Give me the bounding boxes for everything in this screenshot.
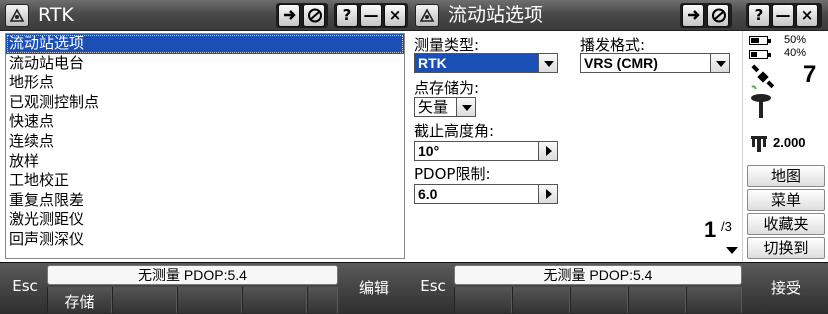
- page-total: /3: [721, 219, 732, 234]
- close-button[interactable]: ×: [796, 4, 818, 27]
- point-store-label: 点存储为:: [414, 79, 480, 97]
- pdop-limit-field[interactable]: 6.0: [414, 184, 558, 204]
- softkey-empty-1[interactable]: [454, 287, 512, 313]
- connect-icon[interactable]: [682, 4, 704, 27]
- chevron-down-icon[interactable]: [538, 53, 558, 73]
- battery-icon: [749, 36, 771, 45]
- rover-options-titlebar: 流动站选项 ? — ×: [410, 0, 828, 31]
- esc-button[interactable]: Esc: [416, 277, 450, 295]
- page-down-icon[interactable]: [726, 247, 738, 254]
- minimize-button[interactable]: —: [360, 4, 382, 27]
- page-current: 1: [704, 217, 717, 242]
- survey-status-line: 无测量 PDOP:5.4: [454, 265, 742, 285]
- softkey-empty-5[interactable]: [686, 287, 742, 313]
- pdop-limit-label: PDOP限制:: [414, 165, 491, 183]
- rover-options-title: 流动站选项: [448, 4, 544, 26]
- chevron-right-icon[interactable]: [538, 184, 558, 204]
- softkey-empty-3[interactable]: [570, 287, 628, 313]
- app-menu-icon[interactable]: [415, 4, 439, 27]
- list-item-rover-options[interactable]: 流动站选项: [6, 34, 404, 54]
- list-item-continuous-point[interactable]: 连续点: [6, 132, 404, 152]
- connect-icon[interactable]: [278, 4, 300, 27]
- softkey-empty-2[interactable]: [177, 287, 242, 313]
- accept-button[interactable]: 接受: [746, 277, 826, 298]
- minimize-button[interactable]: —: [772, 4, 794, 27]
- chevron-down-icon[interactable]: [710, 53, 730, 73]
- survey-type-value: RTK: [418, 55, 447, 71]
- chevron-right-icon[interactable]: [538, 141, 558, 161]
- rover-options-form: 测量类型: RTK 播发格式: VRS (CMR) 点存储为: 矢量 截止高度角…: [410, 31, 742, 262]
- list-item-stakeout[interactable]: 放样: [6, 152, 404, 172]
- softkey-empty-4[interactable]: [307, 287, 338, 313]
- left-softkey-bar: Esc 无测量 PDOP:5.4 存储 编辑: [0, 262, 410, 314]
- elevation-mask-label: 截止高度角:: [414, 122, 495, 140]
- battery2-percent: 40%: [784, 47, 807, 59]
- right-softkey-bar: Esc 无测量 PDOP:5.4 接受: [410, 262, 828, 314]
- survey-type-label: 测量类型:: [414, 36, 480, 54]
- page-indicator[interactable]: 1 /3: [704, 217, 740, 259]
- battery1-percent: 50%: [784, 34, 807, 46]
- list-item-rapid-point[interactable]: 快速点: [6, 112, 404, 132]
- help-button[interactable]: ?: [336, 4, 358, 27]
- antenna-height-value: 2.000: [773, 135, 806, 150]
- no-signal-icon[interactable]: [707, 4, 729, 27]
- point-store-value: 矢量: [418, 98, 449, 116]
- broadcast-format-value: VRS (CMR): [584, 55, 658, 71]
- map-button[interactable]: 地图: [747, 165, 825, 187]
- antenna-height-icon[interactable]: [749, 135, 769, 153]
- store-button[interactable]: 存储: [47, 291, 112, 312]
- list-item-observed-control[interactable]: 已观测控制点: [6, 93, 404, 113]
- battery-icon: [749, 50, 771, 59]
- edit-button[interactable]: 编辑: [345, 277, 403, 298]
- broadcast-format-label: 播发格式:: [580, 36, 646, 54]
- survey-status-line: 无测量 PDOP:5.4: [47, 265, 338, 285]
- satellite-count: 7: [803, 61, 817, 88]
- screen: RTK ? — × 流动站选项 流动站电台 地形点 已观测控制点 快速点 连续点…: [0, 0, 828, 314]
- chevron-down-icon[interactable]: [456, 97, 476, 117]
- rtk-titlebar: RTK ? — ×: [0, 0, 410, 31]
- softkey-empty-4[interactable]: [628, 287, 686, 313]
- status-panel: 50% 40% 7 2.000 地图 菜单 收藏夹 切换到: [742, 31, 828, 262]
- no-signal-icon[interactable]: [303, 4, 325, 27]
- point-store-select[interactable]: 矢量: [414, 97, 476, 117]
- list-item-topo-point[interactable]: 地形点: [6, 73, 404, 93]
- pdop-limit-value: 6.0: [418, 186, 438, 202]
- satellite-icon[interactable]: [749, 63, 779, 93]
- list-item-rover-radio[interactable]: 流动站电台: [6, 54, 404, 74]
- broadcast-format-select[interactable]: VRS (CMR): [580, 53, 730, 73]
- rtk-panel: RTK ? — × 流动站选项 流动站电台 地形点 已观测控制点 快速点 连续点…: [0, 0, 410, 314]
- softkey-empty-2[interactable]: [512, 287, 570, 313]
- survey-type-select[interactable]: RTK: [414, 53, 558, 73]
- list-item-laser-rangefinder[interactable]: 激光测距仪: [6, 210, 404, 230]
- help-button[interactable]: ?: [748, 4, 770, 27]
- rtk-options-list: 流动站选项 流动站电台 地形点 已观测控制点 快速点 连续点 放样 工地校正 重…: [5, 33, 405, 259]
- rover-options-panel: 流动站选项 ? — × 测量类型: RTK 播发格式: VRS (CMR) 点存…: [410, 0, 828, 314]
- list-item-duplicate-tolerance[interactable]: 重复点限差: [6, 191, 404, 211]
- app-menu-icon[interactable]: [5, 4, 29, 27]
- rtk-title: RTK: [38, 4, 74, 26]
- close-button[interactable]: ×: [384, 4, 406, 27]
- softkey-empty-3[interactable]: [242, 287, 307, 313]
- elevation-mask-field[interactable]: 10°: [414, 141, 558, 161]
- rover-receiver-icon[interactable]: [749, 93, 775, 119]
- switch-to-button[interactable]: 切换到: [747, 237, 825, 259]
- list-item-site-calibration[interactable]: 工地校正: [6, 171, 404, 191]
- elevation-mask-value: 10°: [418, 143, 440, 159]
- list-item-echo-sounder[interactable]: 回声测深仪: [6, 230, 404, 250]
- esc-button[interactable]: Esc: [8, 277, 42, 295]
- favorites-button[interactable]: 收藏夹: [747, 213, 825, 235]
- softkey-empty-1[interactable]: [112, 287, 177, 313]
- menu-button[interactable]: 菜单: [747, 189, 825, 211]
